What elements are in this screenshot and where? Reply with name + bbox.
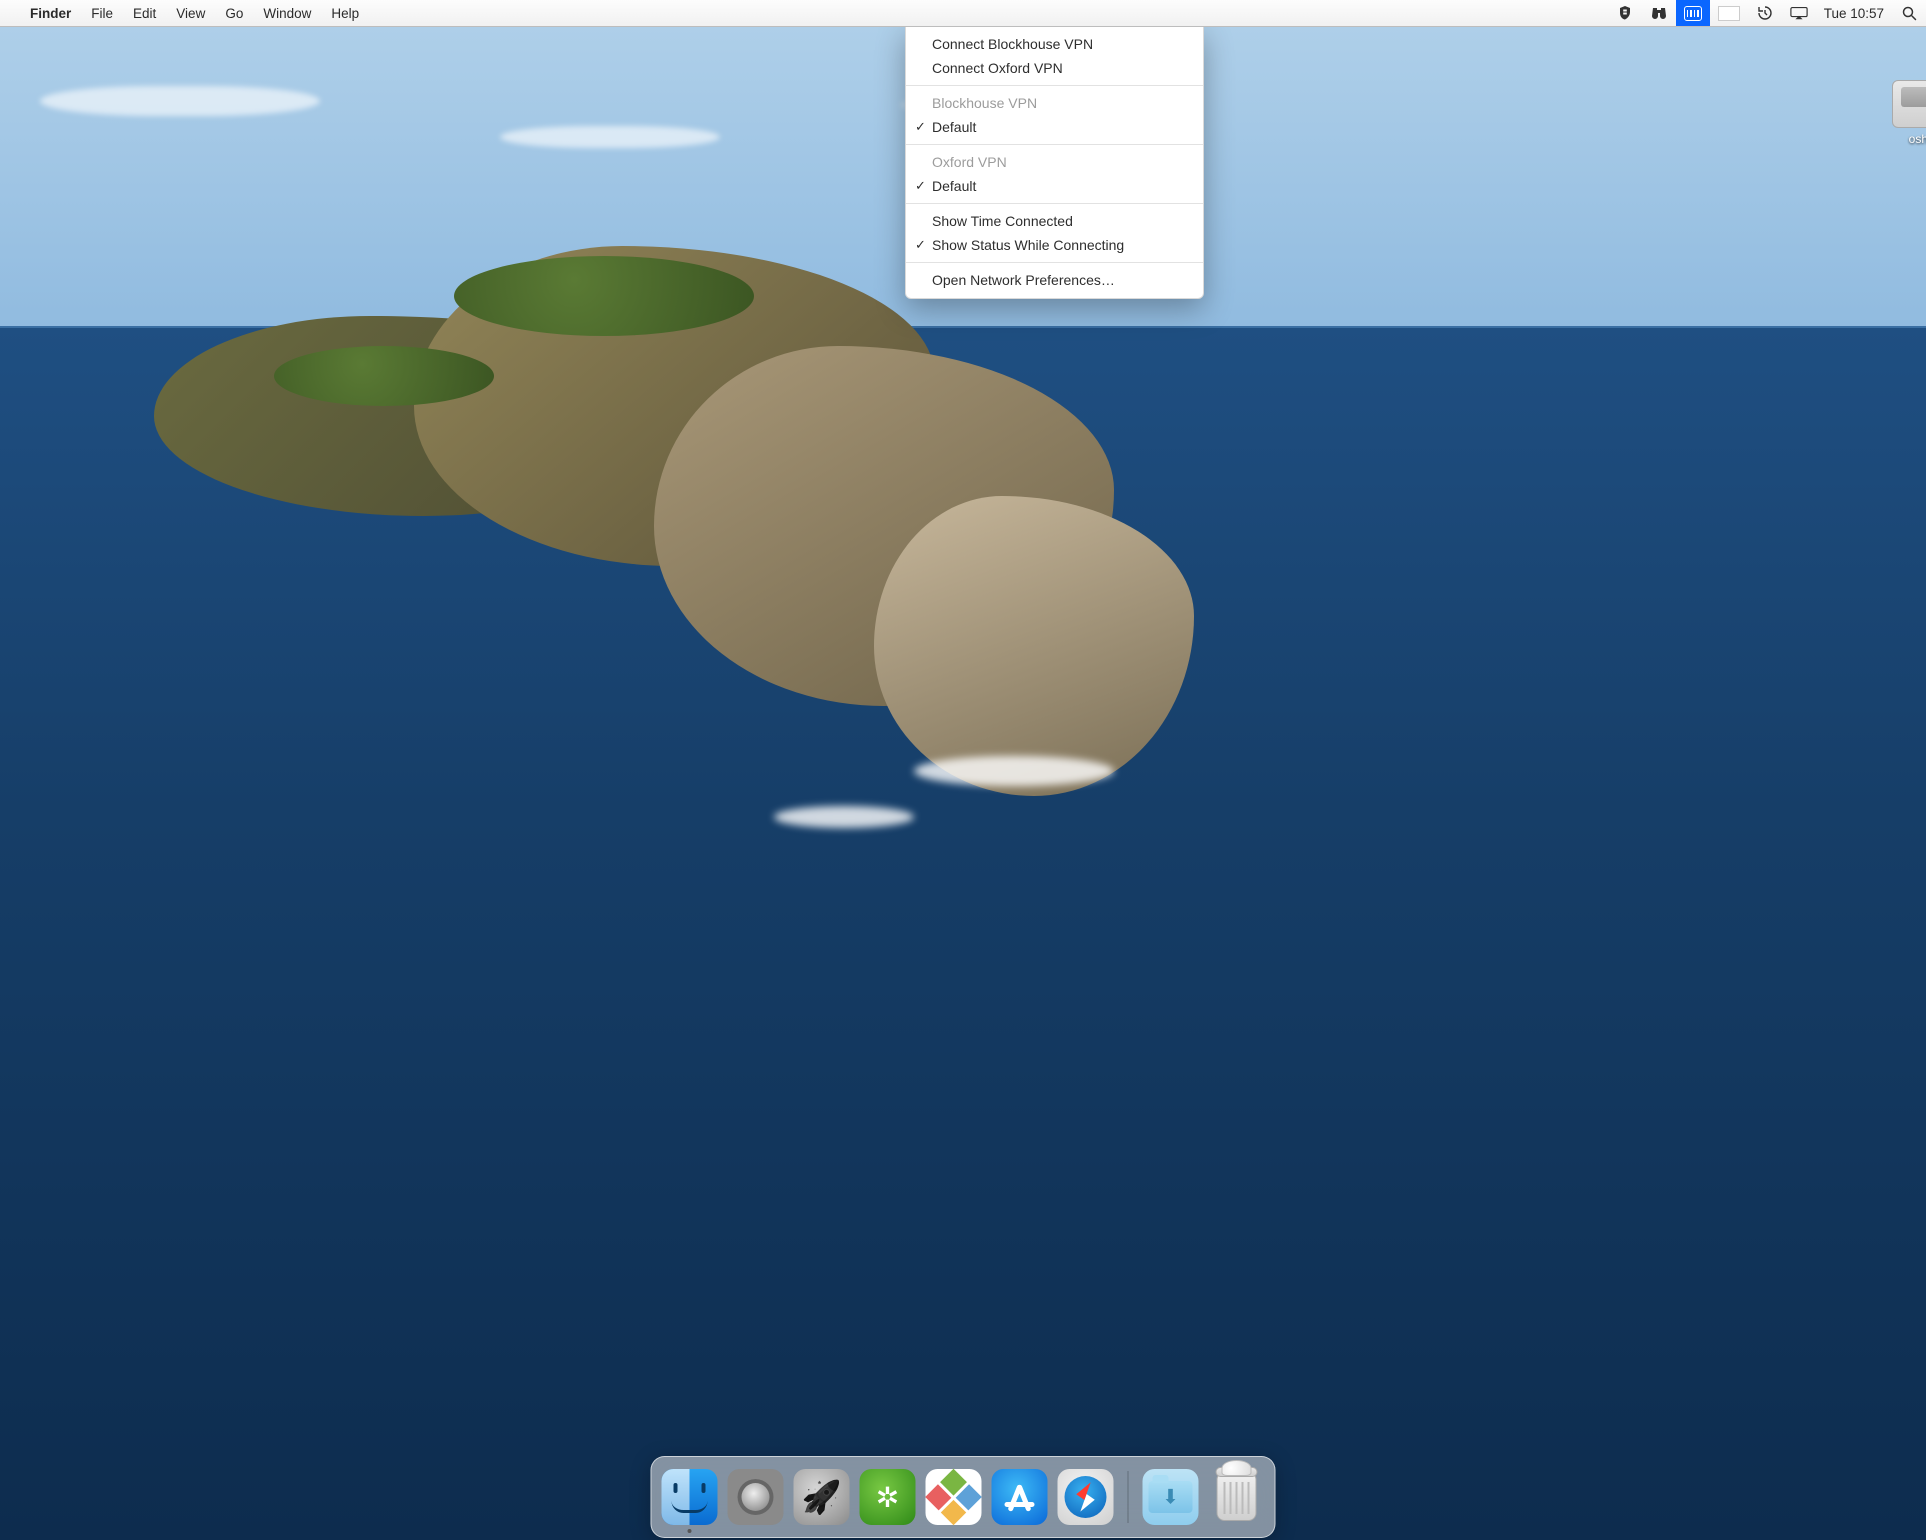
dock-downloads[interactable]: ⬇	[1143, 1469, 1199, 1525]
running-indicator-icon	[688, 1529, 692, 1533]
menu-separator	[906, 144, 1203, 145]
menu-help[interactable]: Help	[321, 0, 369, 26]
menu-bar-left: Finder File Edit View Go Window Help	[0, 0, 369, 26]
vpn-group-header-oxford: Oxford VPN	[906, 150, 1203, 174]
checkmark-icon: ✓	[915, 119, 926, 135]
menu-bar: Finder File Edit View Go Window Help	[0, 0, 1926, 27]
compass-icon	[1065, 1476, 1107, 1518]
dock-launchpad[interactable]: 🚀	[794, 1469, 850, 1525]
airplay-icon	[1790, 4, 1808, 22]
tiles-icon	[925, 1469, 982, 1526]
status-timemachine[interactable]	[1748, 0, 1782, 26]
checkmark-icon: ✓	[915, 237, 926, 253]
vpn-oxford-default[interactable]: ✓ Default	[906, 174, 1203, 198]
menu-separator	[906, 203, 1203, 204]
vpn-group-header-blockhouse: Blockhouse VPN	[906, 91, 1203, 115]
status-vpn[interactable]	[1676, 0, 1710, 26]
download-arrow-icon: ⬇	[1162, 1485, 1179, 1510]
dock-separator	[1128, 1471, 1129, 1523]
leaf-icon: ✲	[876, 1481, 899, 1514]
spotlight-icon	[1900, 4, 1918, 22]
trash-icon	[1217, 1473, 1257, 1521]
dock-finder[interactable]	[662, 1469, 718, 1525]
dock: 🚀 ✲ ⬇	[651, 1456, 1276, 1538]
vpn-icon	[1684, 4, 1702, 22]
menu-clock[interactable]: Tue 10:57	[1816, 0, 1892, 26]
vpn-blockhouse-default[interactable]: ✓ Default	[906, 115, 1203, 139]
dock-system-preferences[interactable]	[728, 1469, 784, 1525]
appstore-icon	[1007, 1484, 1033, 1510]
dock-citrix[interactable]	[926, 1469, 982, 1525]
status-input-source[interactable]	[1710, 0, 1748, 26]
vpn-open-network-preferences[interactable]: Open Network Preferences…	[906, 268, 1203, 292]
apple-menu[interactable]	[0, 0, 20, 26]
desktop-disk-icon[interactable]	[1892, 80, 1926, 128]
menu-edit[interactable]: Edit	[123, 0, 166, 26]
menu-window[interactable]: Window	[253, 0, 321, 26]
folder-icon: ⬇	[1149, 1481, 1193, 1513]
status-binoculars[interactable]	[1642, 0, 1676, 26]
menu-bar-right: Tue 10:57	[1608, 0, 1926, 26]
menu-separator	[906, 262, 1203, 263]
dock-trash[interactable]	[1209, 1469, 1265, 1525]
dock-app-store[interactable]	[992, 1469, 1048, 1525]
gear-icon	[738, 1479, 774, 1515]
status-shield[interactable]	[1608, 0, 1642, 26]
checkmark-icon: ✓	[915, 178, 926, 194]
shield-icon	[1616, 4, 1634, 22]
menu-item-label: Show Time Connected	[932, 213, 1073, 229]
status-airplay[interactable]	[1782, 0, 1816, 26]
dock-safari[interactable]	[1058, 1469, 1114, 1525]
rocket-icon: 🚀	[802, 1478, 842, 1516]
menu-go[interactable]: Go	[215, 0, 253, 26]
vpn-dropdown: Connect Blockhouse VPN Connect Oxford VP…	[905, 26, 1204, 299]
menu-view[interactable]: View	[166, 0, 215, 26]
desktop-disk-label: osh	[1909, 132, 1926, 146]
menu-file[interactable]: File	[81, 0, 123, 26]
timemachine-icon	[1756, 4, 1774, 22]
status-spotlight[interactable]	[1892, 0, 1926, 26]
vpn-show-status-connecting[interactable]: ✓ Show Status While Connecting	[906, 233, 1203, 257]
uk-flag-icon	[1718, 6, 1740, 21]
menu-item-label: Default	[932, 178, 976, 194]
vpn-connect-oxford[interactable]: Connect Oxford VPN	[906, 56, 1203, 80]
vpn-connect-blockhouse[interactable]: Connect Blockhouse VPN	[906, 32, 1203, 56]
menu-separator	[906, 85, 1203, 86]
dock-green-app[interactable]: ✲	[860, 1469, 916, 1525]
vpn-show-time-connected[interactable]: Show Time Connected	[906, 209, 1203, 233]
menu-item-label: Default	[932, 119, 976, 135]
app-menu[interactable]: Finder	[20, 0, 81, 26]
menu-item-label: Show Status While Connecting	[932, 237, 1124, 253]
binoculars-icon	[1650, 4, 1668, 22]
